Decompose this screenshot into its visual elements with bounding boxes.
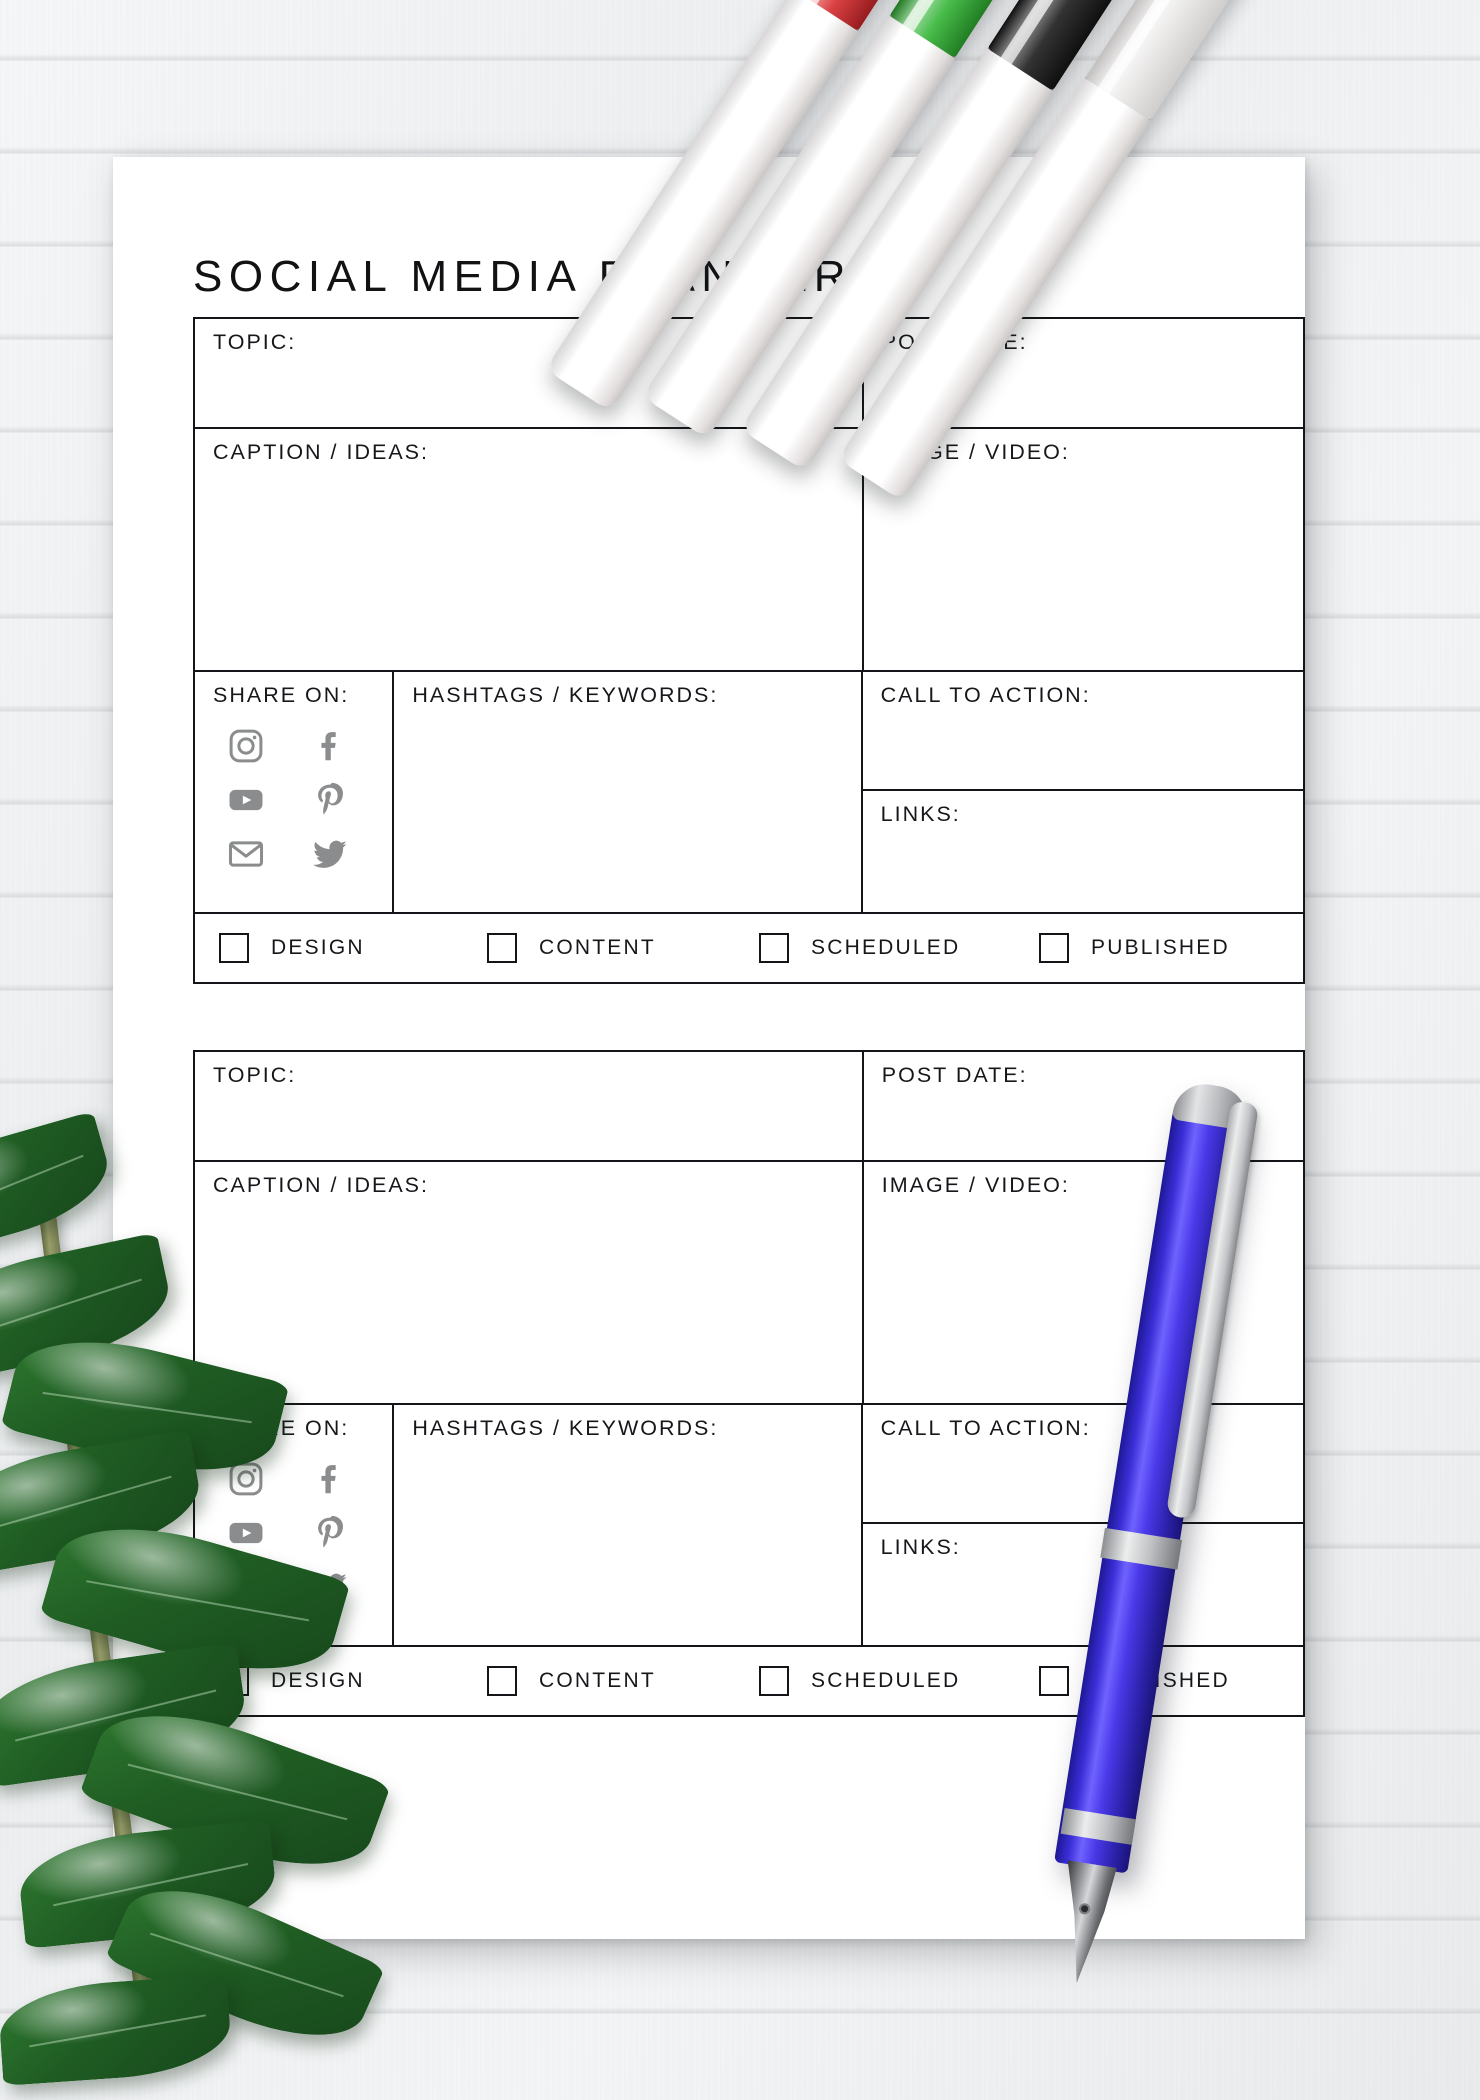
- checkbox-published-box[interactable]: [1039, 933, 1069, 963]
- row-topic-postdate: TOPIC: POST DATE:: [195, 319, 1303, 429]
- email-icon[interactable]: [226, 1567, 266, 1607]
- status-checkbox-row: DESIGN CONTENT SCHEDULED PUBLISHED: [195, 1647, 1303, 1715]
- row-share-hashtags-cta: SHARE ON: HASHTAGS / KEYWORDS: CALL TO A…: [195, 672, 1303, 914]
- field-topic-label: TOPIC:: [213, 330, 297, 354]
- field-hashtags-keywords-label: HASHTAGS / KEYWORDS:: [412, 1416, 719, 1440]
- checkbox-published[interactable]: PUBLISHED: [1039, 1666, 1289, 1696]
- pinterest-icon[interactable]: [310, 780, 350, 820]
- checkbox-published-label: PUBLISHED: [1091, 936, 1230, 959]
- field-links-label: LINKS:: [880, 802, 961, 827]
- row-topic-postdate: TOPIC: POST DATE:: [195, 1052, 1303, 1162]
- field-topic[interactable]: TOPIC:: [195, 319, 864, 429]
- group-cta-links: CALL TO ACTION: LINKS:: [862, 1405, 1303, 1647]
- field-call-to-action[interactable]: CALL TO ACTION:: [862, 672, 1303, 792]
- checkbox-design[interactable]: DESIGN: [219, 933, 477, 963]
- checkbox-published-box[interactable]: [1039, 1666, 1069, 1696]
- field-links-label: LINKS:: [880, 1535, 961, 1560]
- field-call-to-action[interactable]: CALL TO ACTION:: [862, 1405, 1303, 1525]
- field-topic[interactable]: TOPIC:: [195, 1052, 864, 1162]
- field-image-video[interactable]: IMAGE / VIDEO:: [863, 429, 1303, 672]
- field-caption-ideas[interactable]: CAPTION / IDEAS:: [195, 429, 864, 672]
- field-image-video-label: IMAGE / VIDEO:: [881, 1173, 1070, 1197]
- field-hashtags-keywords-label: HASHTAGS / KEYWORDS:: [412, 683, 719, 707]
- checkbox-content[interactable]: CONTENT: [487, 1666, 749, 1696]
- checkbox-content-label: CONTENT: [539, 936, 656, 959]
- instagram-icon[interactable]: [226, 726, 266, 766]
- checkbox-design-box[interactable]: [219, 1666, 249, 1696]
- checkbox-scheduled-label: SCHEDULED: [811, 936, 961, 959]
- row-share-hashtags-cta: SHARE ON: HASHTAGS / KEYWORDS: CALL TO A…: [195, 1405, 1303, 1647]
- checkbox-scheduled[interactable]: SCHEDULED: [759, 1666, 1029, 1696]
- planner-block-2: TOPIC: POST DATE: CAPTION / IDEAS: IMAGE…: [193, 1050, 1305, 1717]
- checkbox-scheduled-box[interactable]: [759, 933, 789, 963]
- row-caption-image: CAPTION / IDEAS: IMAGE / VIDEO:: [195, 429, 1303, 672]
- field-caption-ideas-label: CAPTION / IDEAS:: [213, 440, 429, 464]
- checkbox-published-label: PUBLISHED: [1091, 1669, 1230, 1692]
- field-links[interactable]: LINKS:: [863, 791, 1303, 912]
- field-image-video-label: IMAGE / VIDEO:: [881, 440, 1070, 464]
- checkbox-scheduled-box[interactable]: [759, 1666, 789, 1696]
- field-share-on: SHARE ON:: [195, 672, 395, 914]
- checkbox-design-label: DESIGN: [271, 1669, 365, 1692]
- twitter-icon[interactable]: [310, 1567, 350, 1607]
- checkbox-design[interactable]: DESIGN: [219, 1666, 477, 1696]
- checkbox-published[interactable]: PUBLISHED: [1039, 933, 1289, 963]
- field-call-to-action-label: CALL TO ACTION:: [880, 683, 1091, 707]
- group-cta-links: CALL TO ACTION: LINKS:: [862, 672, 1303, 914]
- field-post-date[interactable]: POST DATE:: [863, 319, 1303, 429]
- checkbox-content-label: CONTENT: [539, 1669, 656, 1692]
- checkbox-design-label: DESIGN: [271, 936, 365, 959]
- field-hashtags-keywords[interactable]: HASHTAGS / KEYWORDS:: [394, 1405, 863, 1647]
- social-icon-grid: [213, 726, 363, 874]
- field-call-to-action-label: CALL TO ACTION:: [880, 1416, 1091, 1440]
- field-post-date[interactable]: POST DATE:: [863, 1052, 1303, 1162]
- field-post-date-label: POST DATE:: [881, 330, 1028, 354]
- checkbox-scheduled-label: SCHEDULED: [811, 1669, 961, 1692]
- field-post-date-label: POST DATE:: [881, 1063, 1028, 1087]
- field-share-on-label: SHARE ON:: [213, 1416, 350, 1440]
- planner-block-1: TOPIC: POST DATE: CAPTION / IDEAS: IMAGE…: [193, 317, 1305, 984]
- planner-paper-sheet: SOCIAL MEDIA PLANNER TOPIC: POST DATE: C…: [113, 157, 1305, 1939]
- checkbox-content[interactable]: CONTENT: [487, 933, 749, 963]
- field-links[interactable]: LINKS:: [863, 1524, 1303, 1645]
- email-icon[interactable]: [226, 834, 266, 874]
- social-icon-grid: [213, 1459, 363, 1607]
- checkbox-content-box[interactable]: [487, 933, 517, 963]
- field-caption-ideas[interactable]: CAPTION / IDEAS:: [195, 1162, 864, 1405]
- field-share-on: SHARE ON:: [195, 1405, 395, 1647]
- field-image-video[interactable]: IMAGE / VIDEO:: [863, 1162, 1303, 1405]
- twitter-icon[interactable]: [310, 834, 350, 874]
- field-topic-label: TOPIC:: [213, 1063, 297, 1087]
- youtube-icon[interactable]: [226, 780, 266, 820]
- facebook-icon[interactable]: [310, 726, 350, 766]
- field-share-on-label: SHARE ON:: [213, 683, 350, 707]
- status-checkbox-row: DESIGN CONTENT SCHEDULED PUBLISHED: [195, 914, 1303, 982]
- youtube-icon[interactable]: [226, 1513, 266, 1553]
- field-caption-ideas-label: CAPTION / IDEAS:: [213, 1173, 429, 1197]
- checkbox-content-box[interactable]: [487, 1666, 517, 1696]
- page-title: SOCIAL MEDIA PLANNER: [193, 252, 852, 301]
- facebook-icon[interactable]: [310, 1459, 350, 1499]
- checkbox-design-box[interactable]: [219, 933, 249, 963]
- row-caption-image: CAPTION / IDEAS: IMAGE / VIDEO:: [195, 1162, 1303, 1405]
- field-hashtags-keywords[interactable]: HASHTAGS / KEYWORDS:: [394, 672, 863, 914]
- pinterest-icon[interactable]: [310, 1513, 350, 1553]
- checkbox-scheduled[interactable]: SCHEDULED: [759, 933, 1029, 963]
- instagram-icon[interactable]: [226, 1459, 266, 1499]
